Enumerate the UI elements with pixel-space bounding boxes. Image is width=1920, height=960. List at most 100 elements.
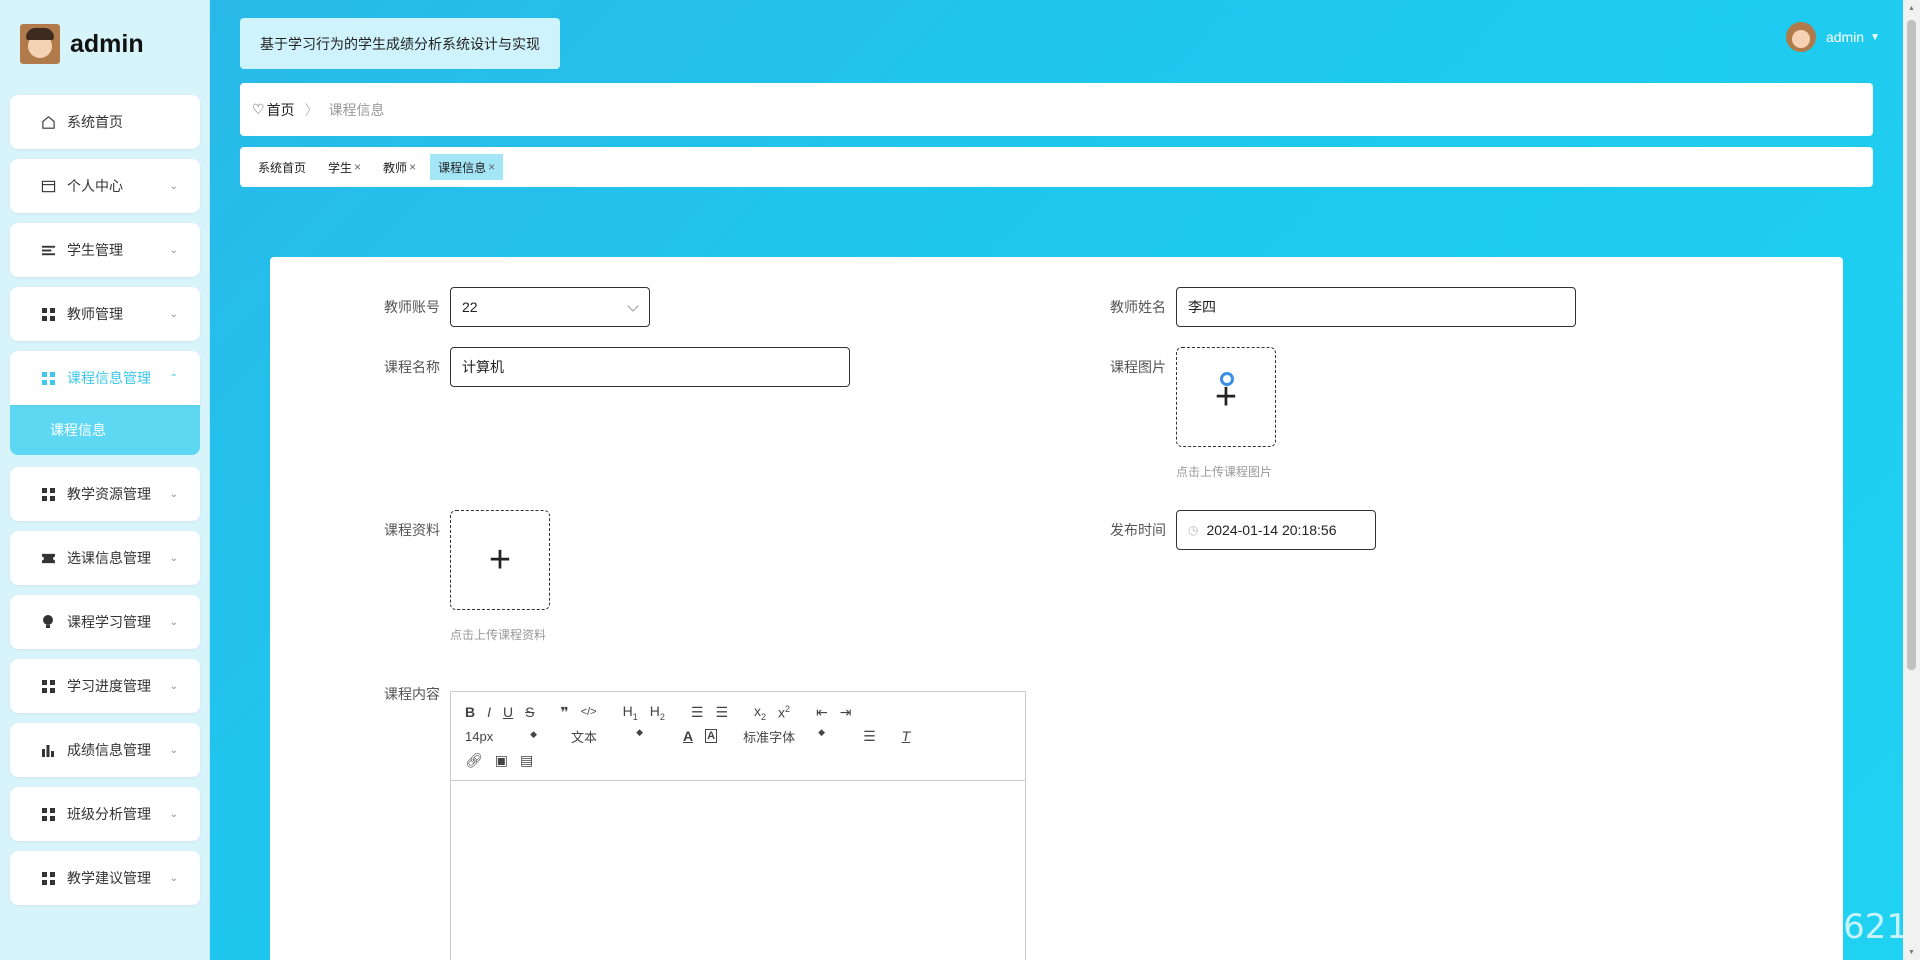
user-name: admin xyxy=(1825,29,1865,45)
publish-time-picker[interactable]: ◷ 2024-01-14 20:18:56 xyxy=(1176,510,1376,550)
scrollbar-thumb[interactable] xyxy=(1907,20,1916,670)
grid-icon xyxy=(40,370,56,386)
scroll-down-icon[interactable]: ▼ xyxy=(1908,949,1915,956)
sidebar-item-course-selection[interactable]: 选课信息管理 ⌄ xyxy=(10,531,200,585)
teacher-account-select[interactable]: 22 xyxy=(450,287,650,327)
plus-icon: + xyxy=(488,538,512,581)
tab-label: 系统首页 xyxy=(258,160,307,175)
close-icon[interactable]: × xyxy=(354,160,361,174)
sidebar-item-label: 学生管理 xyxy=(67,242,123,258)
sidebar-item-label: 个人中心 xyxy=(67,178,123,194)
code-icon[interactable]: </> xyxy=(581,706,597,718)
heading1-icon[interactable]: H1 xyxy=(623,703,638,722)
system-title: 基于学习行为的学生成绩分析系统设计与实现 xyxy=(240,18,560,69)
sidebar-item-label: 学习进度管理 xyxy=(67,678,151,694)
font-family-select[interactable]: 标准字体 ◆ xyxy=(743,727,837,746)
tab-course-info[interactable]: 课程信息 × xyxy=(430,154,504,180)
grid-icon xyxy=(40,870,56,886)
sidebar-item-teaching-resources[interactable]: 教学资源管理 ⌄ xyxy=(10,467,200,521)
sidebar-item-learning-progress[interactable]: 学习进度管理 ⌄ xyxy=(10,659,200,713)
sidebar-item-home[interactable]: 系统首页 xyxy=(10,95,200,149)
brand-name: admin xyxy=(70,29,144,58)
course-name-value: 计算机 xyxy=(462,359,504,375)
sidebar-item-label: 课程信息管理 xyxy=(67,370,151,386)
sidebar-item-students[interactable]: 学生管理 ⌄ xyxy=(10,223,200,277)
underline-icon[interactable]: U xyxy=(503,704,513,720)
breadcrumb-separator: 〉 xyxy=(304,101,319,118)
image-icon[interactable]: ▣ xyxy=(495,752,508,769)
scrollbar[interactable]: ▲ ▼ xyxy=(1903,0,1920,960)
sidebar-item-label: 教师管理 xyxy=(67,306,123,322)
video-icon[interactable]: ▤ xyxy=(520,752,533,769)
strikethrough-icon[interactable]: S xyxy=(525,704,534,720)
sidebar: admin 系统首页 个人中心 ⌄ 学生管理 ⌄ 教师管理 ⌄ 课程信息管理 ⌃… xyxy=(0,0,210,960)
blockquote-icon[interactable]: ❞ xyxy=(560,704,568,721)
tab-teachers[interactable]: 教师 × xyxy=(383,154,416,180)
indent-icon[interactable]: ⇥ xyxy=(840,704,852,721)
course-material-upload[interactable]: + xyxy=(450,510,550,610)
background-color-icon[interactable]: A xyxy=(705,729,718,743)
text-type-value: 文本 xyxy=(571,729,598,745)
link-icon[interactable]: 🔗︎ xyxy=(465,752,483,769)
breadcrumb: ♡ 首页 〉 课程信息 xyxy=(240,83,1873,136)
sidebar-item-teachers[interactable]: 教师管理 ⌄ xyxy=(10,287,200,341)
bar-chart-icon xyxy=(40,742,56,758)
breadcrumb-current: 课程信息 xyxy=(328,101,385,118)
caret-down-icon: ▼ xyxy=(1870,31,1880,43)
text-type-select[interactable]: 文本 ◆ xyxy=(571,727,655,746)
publish-time-label: 发布时间 xyxy=(1110,522,1166,538)
bold-icon[interactable]: B xyxy=(465,704,475,720)
heart-icon: ♡ xyxy=(252,101,265,117)
tab-students[interactable]: 学生 × xyxy=(328,154,361,180)
sidebar-item-course-info-management[interactable]: 课程信息管理 ⌃ xyxy=(10,351,200,405)
sidebar-item-grades[interactable]: 成绩信息管理 ⌄ xyxy=(10,723,200,777)
chevron-down-icon: ⌄ xyxy=(169,809,178,820)
sidebar-item-course-learning[interactable]: 课程学习管理 ⌄ xyxy=(10,595,200,649)
chevron-down-icon: ⌄ xyxy=(169,553,178,564)
bullet-list-icon[interactable]: ☰ xyxy=(715,704,728,721)
sidebar-item-label: 成绩信息管理 xyxy=(67,742,151,758)
chevron-down-icon: ⌄ xyxy=(169,873,178,884)
superscript-icon[interactable]: x2 xyxy=(778,704,790,721)
grid-icon xyxy=(40,806,56,822)
tab-home[interactable]: 系统首页 xyxy=(258,154,306,180)
subscript-icon[interactable]: x2 xyxy=(754,703,766,722)
tab-label: 学生 xyxy=(328,160,353,175)
course-material-hint: 点击上传课程资料 xyxy=(450,628,547,642)
breadcrumb-home[interactable]: 首页 xyxy=(267,100,295,120)
location-pin-icon xyxy=(1220,372,1234,386)
heading2-icon[interactable]: H2 xyxy=(650,703,665,722)
sidebar-item-label: 班级分析管理 xyxy=(67,806,151,822)
sidebar-subitem-label: 课程信息 xyxy=(50,422,106,438)
course-image-upload[interactable]: + xyxy=(1176,347,1276,447)
course-image-hint: 点击上传课程图片 xyxy=(1176,465,1273,479)
font-color-icon[interactable]: A xyxy=(683,728,693,744)
close-icon[interactable]: × xyxy=(409,160,416,174)
align-icon[interactable]: ☰ xyxy=(863,728,876,745)
sidebar-item-label: 教学资源管理 xyxy=(67,486,151,502)
tags-bar: 系统首页 学生 × 教师 × 课程信息 × xyxy=(240,147,1873,187)
font-family-value: 标准字体 xyxy=(743,729,796,745)
teacher-name-label: 教师姓名 xyxy=(1110,299,1166,315)
scroll-up-icon[interactable]: ▲ xyxy=(1908,5,1915,12)
italic-icon[interactable]: I xyxy=(487,704,491,720)
watermark: CSDN @王老师621 xyxy=(1599,907,1908,947)
teacher-name-input[interactable]: 李四 xyxy=(1176,287,1576,327)
chevron-down-icon: ⌄ xyxy=(169,617,178,628)
close-icon[interactable]: × xyxy=(488,160,495,174)
sidebar-item-teaching-advice[interactable]: 教学建议管理 ⌄ xyxy=(10,851,200,905)
user-menu[interactable]: admin ▼ xyxy=(1785,22,1880,52)
clear-format-icon[interactable]: T xyxy=(902,728,911,744)
sidebar-subitem-course-info[interactable]: 课程信息 xyxy=(10,405,200,455)
outdent-icon[interactable]: ⇤ xyxy=(816,704,828,721)
sidebar-item-personal-center[interactable]: 个人中心 ⌄ xyxy=(10,159,200,213)
editor-toolbar: B I U S ❞ </> H1 H2 ☰ ☰ x2 x2 ⇤ ⇥ 14px ◆ xyxy=(451,692,1025,781)
font-size-select[interactable]: 14px ◆ xyxy=(465,729,549,744)
ticket-icon xyxy=(40,550,56,566)
ordered-list-icon[interactable]: ☰ xyxy=(691,704,704,721)
sidebar-item-label: 课程学习管理 xyxy=(67,614,151,630)
chevron-down-icon: ⌄ xyxy=(169,181,178,192)
sidebar-item-class-analysis[interactable]: 班级分析管理 ⌄ xyxy=(10,787,200,841)
course-name-input[interactable]: 计算机 xyxy=(450,347,850,387)
teacher-account-label: 教师账号 xyxy=(384,299,440,315)
